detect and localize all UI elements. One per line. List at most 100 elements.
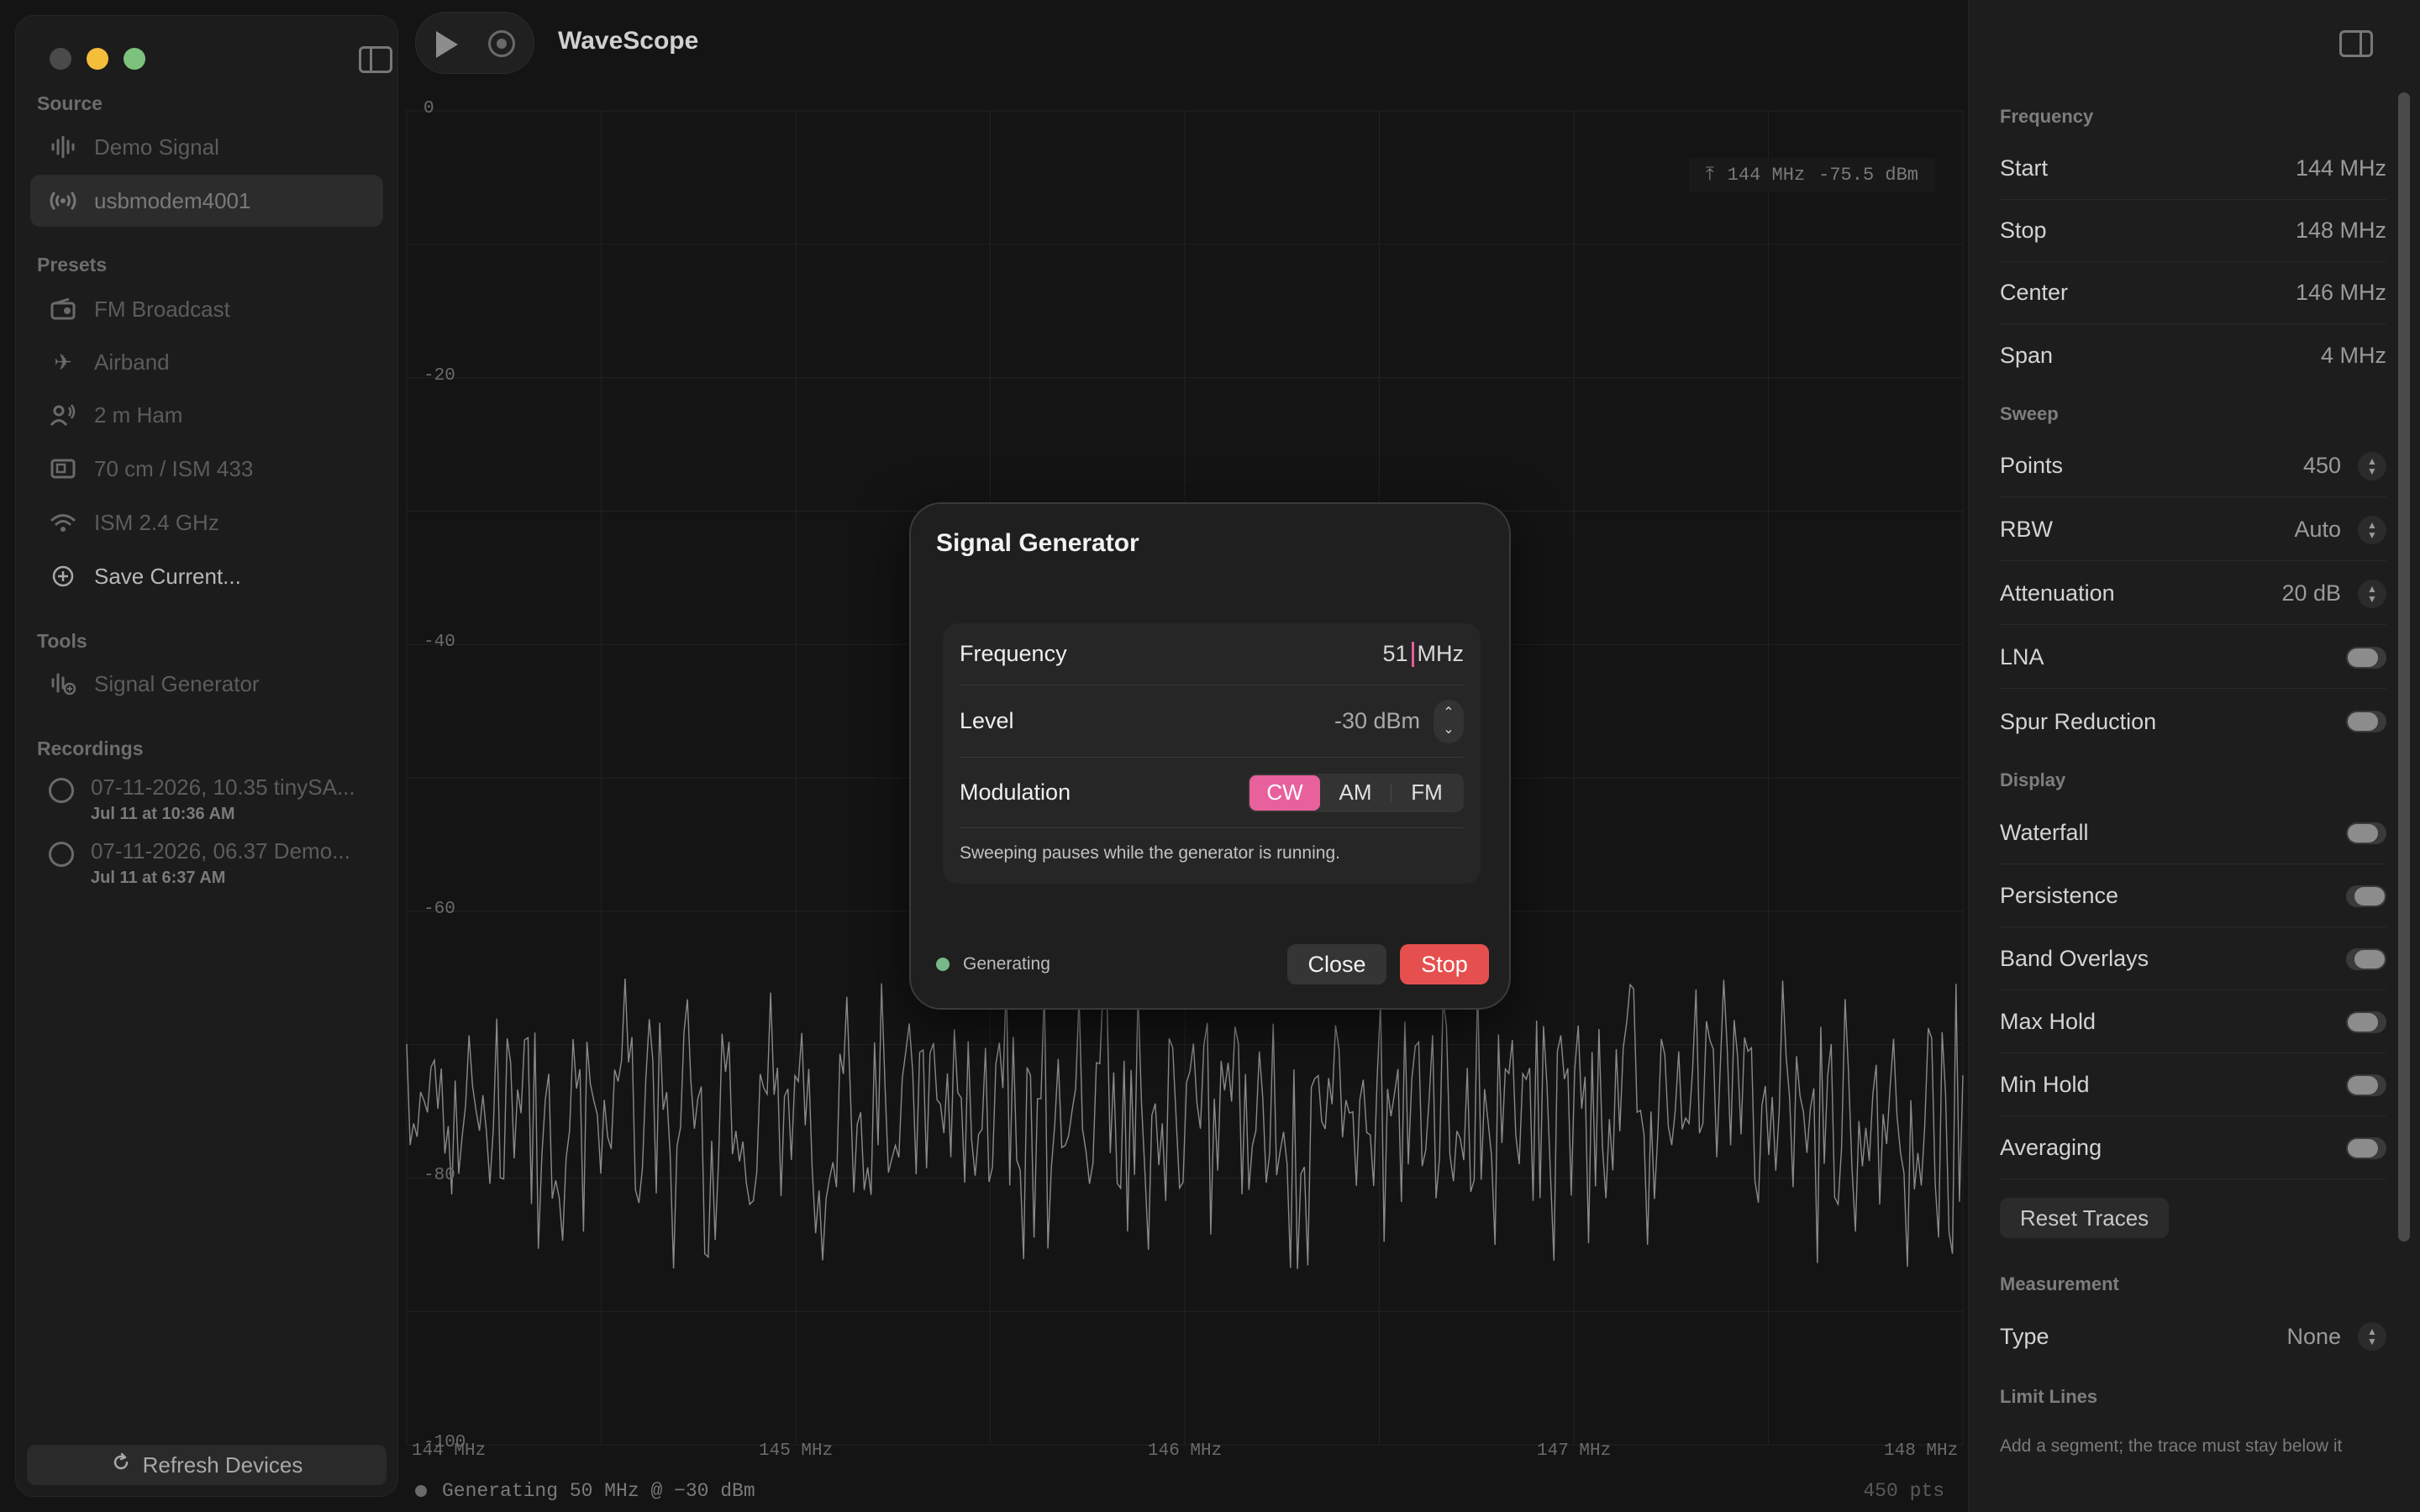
modulation-option-fm[interactable]: FM [1392,775,1462,811]
chevron-up-icon[interactable]: ⌃ [1443,705,1454,722]
level-row: Level -30 dBm ⌃ ⌄ [960,685,1464,758]
recording-item[interactable]: 07-11-2026, 06.37 Demo... Jul 11 at 6:37… [30,835,383,899]
wifi-icon [49,508,77,537]
modulation-option-am[interactable]: AM [1320,775,1391,811]
section-title-tools: Tools [37,630,87,652]
close-button[interactable]: Close [1287,944,1386,984]
sidebar-item-fm-broadcast[interactable]: FM Broadcast [30,283,383,335]
band-overlays-row: Band Overlays [2000,928,2386,990]
y-tick-label: -20 [424,365,455,386]
y-tick-label: 0 [424,99,434,118]
stop-button[interactable]: Stop [1400,944,1489,984]
row-label: Spur Reduction [2000,708,2157,734]
band-overlays-toggle[interactable] [2346,948,2386,970]
waterfall-toggle[interactable] [2346,822,2386,844]
x-tick-label: 144 MHz [412,1441,487,1461]
inspector-toggle-icon[interactable] [2339,30,2373,57]
measurement-type-popup[interactable]: ▲ ▼ [2358,1322,2386,1351]
row-label: Start [2000,155,2049,181]
record-icon[interactable] [488,30,515,57]
marker-peak-icon: ⤒ [1706,164,1714,186]
spur-reduction-row: Spur Reduction [2000,690,2386,753]
attenuation-popup[interactable]: ▲ ▼ [2358,579,2386,608]
center-frequency-value[interactable]: 146 MHz [2296,280,2386,306]
sidebar-item-save-current[interactable]: Save Current... [30,550,383,602]
sidebar-item-ism-2-4ghz[interactable]: ISM 2.4 GHz [30,496,383,549]
sidebar-toggle-icon[interactable] [359,46,392,73]
modulation-option-cw[interactable]: CW [1249,774,1320,811]
section-title-recordings: Recordings [37,738,144,759]
x-tick-label: 145 MHz [759,1441,834,1461]
span-value[interactable]: 4 MHz [2321,343,2386,369]
refresh-devices-button[interactable]: Refresh Devices [27,1445,387,1485]
close-window-button[interactable] [50,48,71,70]
section-title-frequency: Frequency [2000,106,2094,127]
level-stepper[interactable]: ⌃ ⌄ [1434,699,1464,743]
start-frequency-row[interactable]: Start 144 MHz [2000,138,2386,200]
marker-readout: ⤒ 144 MHz -75.5 dBm [1689,158,1935,192]
rbw-row[interactable]: RBW Auto ▲ ▼ [2000,499,2386,561]
refresh-devices-label: Refresh Devices [142,1452,303,1478]
chevron-down-icon[interactable]: ⌄ [1443,722,1454,738]
sidebar-item-70cm-ism433[interactable]: 70 cm / ISM 433 [30,443,383,495]
app-window: Source Demo Signal usbmodem4001 Presets … [0,0,2420,1512]
sidebar-item-demo-signal[interactable]: Demo Signal [30,121,383,173]
row-label: Waterfall [2000,820,2089,845]
row-label: LNA [2000,644,2044,669]
section-title-source: Source [37,92,103,114]
sidebar-item-signal-generator[interactable]: Signal Generator [30,658,383,710]
generator-icon [49,669,77,698]
points-count: 450 pts [1863,1480,1944,1502]
signal-generator-dialog: Signal Generator Frequency 51 MHz Level -… [909,502,1511,1010]
section-title-display: Display [2000,769,2066,790]
row-label: Points [2000,453,2064,478]
persistence-toggle[interactable] [2346,885,2386,907]
section-title-sweep: Sweep [2000,403,2059,424]
averaging-row: Averaging [2000,1117,2386,1179]
device-icon [49,454,77,483]
sidebar-item-label: usbmodem4001 [94,187,251,213]
frequency-field[interactable]: 51 MHz [1382,641,1464,667]
play-icon[interactable] [436,31,458,58]
frequency-input[interactable]: 51 [1382,641,1407,667]
section-title-presets: Presets [37,254,108,276]
min-hold-toggle[interactable] [2346,1074,2386,1096]
stop-frequency-value[interactable]: 148 MHz [2296,218,2386,244]
sidebar-item-2m-ham[interactable]: 2 m Ham [30,389,383,441]
row-label: Center [2000,280,2069,305]
y-tick-label: -80 [424,1166,455,1186]
rbw-value: Auto [2294,517,2341,542]
sidebar-item-usbmodem4001[interactable]: usbmodem4001 [30,175,383,227]
recording-item[interactable]: 07-11-2026, 10.35 tinySA... Jul 11 at 10… [30,771,383,835]
sidebar-item-label: 70 cm / ISM 433 [94,455,254,481]
span-row[interactable]: Span 4 MHz [2000,324,2386,386]
averaging-toggle[interactable] [2346,1137,2386,1159]
sidebar-item-label: Signal Generator [94,670,260,696]
rbw-popup[interactable]: ▲ ▼ [2358,515,2386,544]
sidebar-item-label: Airband [94,349,170,375]
attenuation-row[interactable]: Attenuation 20 dB ▲ ▼ [2000,563,2386,625]
level-value[interactable]: -30 dBm [1334,708,1420,734]
row-label: RBW [2000,517,2053,542]
center-frequency-row[interactable]: Center 146 MHz [2000,262,2386,324]
minimize-window-button[interactable] [87,48,108,70]
antenna-icon [49,186,77,215]
sidebar-item-airband[interactable]: ✈ Airband [30,336,383,388]
reset-traces-button[interactable]: Reset Traces [2000,1198,2170,1238]
max-hold-toggle[interactable] [2346,1011,2386,1033]
start-frequency-value[interactable]: 144 MHz [2296,155,2386,181]
row-label: Span [2000,342,2054,368]
stop-frequency-row[interactable]: Stop 148 MHz [2000,200,2386,262]
spur-reduction-toggle[interactable] [2346,711,2386,732]
airplane-icon: ✈ [54,349,72,375]
recording-waveform-icon [49,842,74,867]
attenuation-value: 20 dB [2281,580,2341,606]
inspector-scrollbar[interactable] [2398,92,2410,1242]
zoom-window-button[interactable] [124,48,145,70]
points-stepper[interactable]: ▲ ▼ [2358,451,2386,480]
points-row[interactable]: Points 450 ▲ ▼ [2000,435,2386,497]
status-dot [936,958,950,971]
lna-toggle[interactable] [2346,646,2386,669]
measurement-type-row[interactable]: Type None ▲ ▼ [2000,1305,2386,1368]
y-tick-label: -60 [424,899,455,919]
